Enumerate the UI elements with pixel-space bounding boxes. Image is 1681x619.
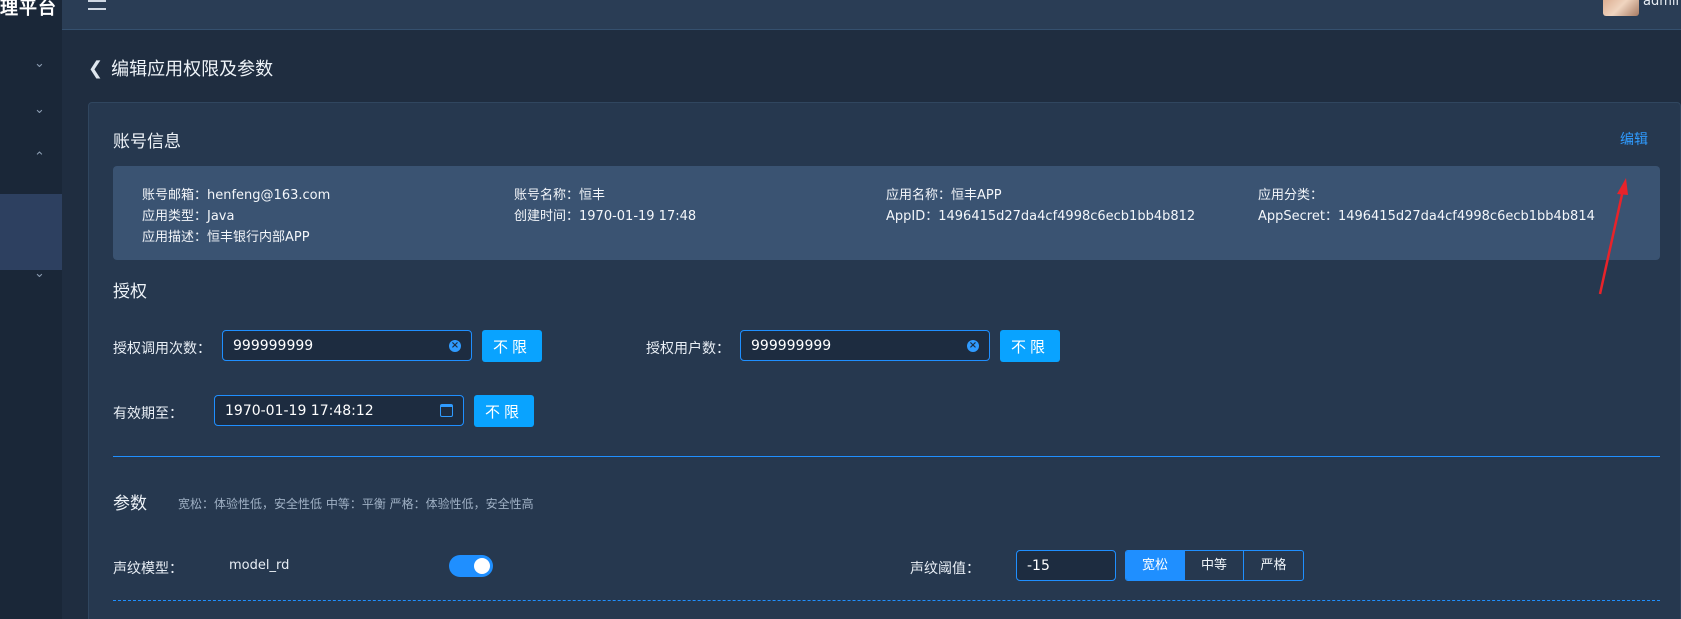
strictness-option-loose[interactable]: 宽松: [1126, 551, 1185, 580]
user-count-label: 授权用户数：: [646, 341, 730, 357]
user-count-unlimited-button[interactable]: 不限: [1000, 330, 1060, 362]
section-divider: [113, 456, 1660, 457]
annotation-arrow-icon: [1598, 178, 1628, 295]
call-count-label: 授权调用次数：: [113, 341, 211, 357]
threshold-label: 声纹阈值：: [910, 561, 980, 577]
account-email: 账号邮箱：henfeng@163.com: [142, 188, 331, 203]
page-header: ❮ 编辑应用权限及参数: [88, 56, 274, 81]
expiry-date-picker[interactable]: [214, 395, 464, 426]
strictness-option-medium[interactable]: 中等: [1185, 551, 1244, 580]
toggle-knob: [474, 558, 490, 574]
app-id: AppID：1496415d27da4cf4998c6ecb1bb4b812: [886, 209, 1196, 224]
calendar-icon[interactable]: [440, 404, 453, 417]
clear-icon[interactable]: ×: [967, 340, 979, 352]
back-arrow-icon[interactable]: ❮: [88, 58, 103, 79]
main-card: 账号信息 编辑 账号邮箱：henfeng@163.com 账号名称：恒丰 应用名…: [88, 102, 1681, 619]
app-category: 应用分类：: [1258, 188, 1324, 203]
created-at: 创建时间：1970-01-19 17:48: [514, 209, 697, 224]
call-count-input[interactable]: ×: [222, 330, 472, 361]
app-type: 应用类型：Java: [142, 209, 235, 224]
username[interactable]: admin: [1643, 0, 1681, 10]
chevron-up-icon[interactable]: ⌃: [34, 151, 46, 164]
voice-model-toggle[interactable]: [449, 555, 493, 577]
app-description: 应用描述：恒丰银行内部APP: [142, 230, 310, 245]
page-title: 编辑应用权限及参数: [111, 59, 274, 80]
account-section-title: 账号信息: [113, 132, 181, 152]
menu-toggle-icon[interactable]: [88, 0, 106, 10]
account-name: 账号名称：恒丰: [514, 188, 606, 203]
strictness-selector: 宽松 中等 严格: [1125, 550, 1304, 581]
app-name: 应用名称：恒丰APP: [886, 188, 1002, 203]
auth-section-title: 授权: [113, 282, 147, 302]
sidebar-logo-text: 理平台: [0, 0, 57, 18]
section-divider-dashed: [113, 600, 1660, 601]
edit-link[interactable]: 编辑: [1620, 129, 1648, 149]
user-count-field[interactable]: [741, 331, 940, 360]
call-count-unlimited-button[interactable]: 不限: [482, 330, 542, 362]
voice-model-label: 声纹模型：: [113, 561, 183, 577]
sidebar-active-item[interactable]: [0, 194, 62, 270]
expiry-label: 有效期至：: [113, 406, 183, 422]
voice-model-value: model_rd: [229, 558, 290, 573]
app-secret: AppSecret：1496415d27da4cf4998c6ecb1bb4b8…: [1258, 209, 1595, 224]
threshold-input[interactable]: [1016, 550, 1116, 581]
user-count-input[interactable]: ×: [740, 330, 990, 361]
chevron-down-icon[interactable]: ⌄: [34, 267, 46, 280]
clear-icon[interactable]: ×: [449, 340, 461, 352]
chevron-down-icon[interactable]: ⌄: [34, 57, 46, 70]
chevron-down-icon[interactable]: ⌄: [34, 103, 46, 116]
account-info-box: 账号邮箱：henfeng@163.com 账号名称：恒丰 应用名称：恒丰APP …: [113, 166, 1660, 260]
params-hint: 宽松：体验性低，安全性低 中等：平衡 严格：体验性低，安全性高: [178, 497, 534, 511]
threshold-field[interactable]: [1017, 551, 1096, 580]
strictness-option-strict[interactable]: 严格: [1244, 551, 1303, 580]
expiry-unlimited-button[interactable]: 不限: [474, 395, 534, 427]
sidebar: 理平台 ⌄ ⌄ ⌃ ⌄: [0, 0, 62, 619]
avatar[interactable]: [1603, 0, 1639, 16]
expiry-date-field[interactable]: [215, 396, 414, 425]
top-bar: admin: [62, 0, 1681, 30]
params-section-title: 参数: [113, 494, 147, 514]
call-count-field[interactable]: [223, 331, 422, 360]
